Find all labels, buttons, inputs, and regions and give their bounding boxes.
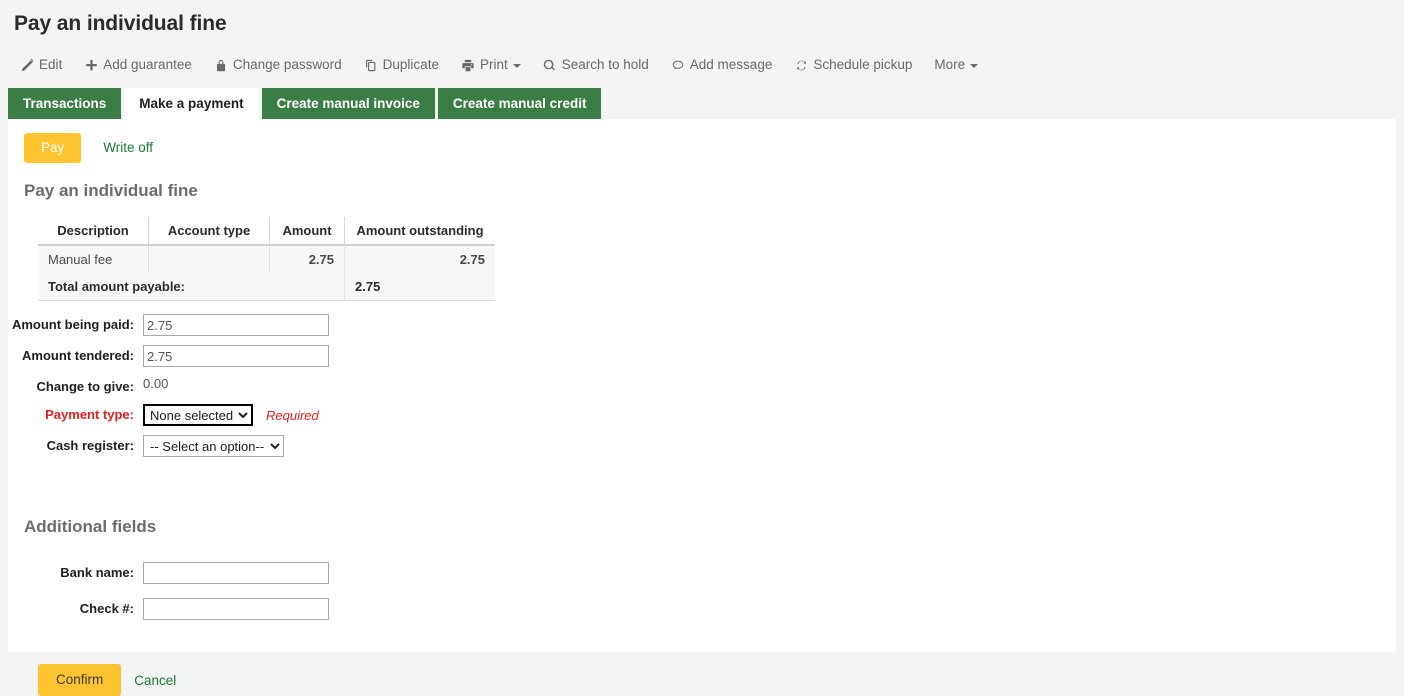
toolbar-schedule-pickup-button[interactable]: Schedule pickup (794, 57, 912, 73)
payment-form: Amount being paid: Amount tendered: Chan… (8, 301, 1396, 457)
column-header-description: Description (38, 217, 149, 245)
additional-fields-title: Additional fields (8, 499, 1396, 538)
cell-account-type (149, 245, 270, 273)
change-to-give-value: 0.00 (143, 373, 168, 391)
field-row-amount-tendered: Amount tendered: (8, 345, 1396, 367)
cell-amount-outstanding: 2.75 (345, 245, 496, 273)
check-number-input[interactable] (143, 598, 329, 620)
chevron-down-icon (513, 64, 521, 68)
table-row: Manual fee 2.75 2.75 (38, 245, 495, 273)
write-off-tab-link[interactable]: Write off (103, 140, 153, 156)
cell-description: Manual fee (38, 245, 149, 273)
action-toolbar: Edit Add guarantee Change password Dupli… (0, 38, 1404, 80)
toolbar-add-message-button[interactable]: Add message (671, 57, 773, 73)
cash-register-label: Cash register: (8, 435, 143, 454)
field-row-cash-register: Cash register: -- Select an option-- (8, 435, 1396, 457)
total-amount-payable-value: 2.75 (345, 273, 496, 301)
tab-transactions[interactable]: Transactions (8, 88, 121, 119)
column-header-account-type: Account type (149, 217, 270, 245)
amount-tendered-input[interactable] (143, 345, 329, 367)
toolbar-more-button[interactable]: More (934, 57, 978, 73)
bank-name-label: Bank name: (8, 562, 143, 581)
page-header: Pay an individual fine Edit Add guarante… (0, 0, 1404, 119)
table-total-row: Total amount payable: 2.75 (38, 273, 495, 301)
tab-create-manual-credit[interactable]: Create manual credit (438, 88, 602, 119)
toolbar-search-to-hold-label: Search to hold (562, 57, 649, 73)
toolbar-edit-label: Edit (39, 57, 62, 73)
toolbar-duplicate-label: Duplicate (383, 57, 439, 73)
cell-amount: 2.75 (270, 245, 345, 273)
toolbar-change-password-button[interactable]: Change password (214, 57, 342, 73)
toolbar-more-label: More (934, 57, 965, 73)
amount-being-paid-input[interactable] (143, 314, 329, 336)
chevron-down-icon (970, 64, 978, 68)
content-panel: Pay Write off Pay an individual fine Des… (8, 119, 1396, 652)
column-header-amount: Amount (270, 217, 345, 245)
cash-register-select[interactable]: -- Select an option-- (143, 435, 284, 457)
page-title: Pay an individual fine (0, 0, 1404, 38)
field-row-change-to-give: Change to give: 0.00 (8, 376, 1396, 395)
toolbar-change-password-label: Change password (233, 57, 342, 73)
pay-tab-button[interactable]: Pay (24, 133, 81, 163)
plus-icon (84, 58, 98, 72)
tab-make-a-payment[interactable]: Make a payment (124, 88, 258, 119)
amount-being-paid-label: Amount being paid: (8, 314, 143, 333)
field-row-payment-type: Payment type: None selected Required (8, 404, 1396, 426)
toolbar-edit-button[interactable]: Edit (20, 57, 62, 73)
field-row-check-number: Check #: (8, 598, 1396, 620)
toolbar-add-guarantee-label: Add guarantee (103, 57, 192, 73)
fines-table: Description Account type Amount Amount o… (38, 217, 495, 301)
table-header-row: Description Account type Amount Amount o… (38, 217, 495, 245)
tab-bar: Transactions Make a payment Create manua… (0, 88, 1404, 119)
toolbar-search-to-hold-button[interactable]: Search to hold (543, 57, 649, 73)
toolbar-schedule-pickup-label: Schedule pickup (813, 57, 912, 73)
tab-create-manual-invoice[interactable]: Create manual invoice (262, 88, 435, 119)
lock-icon (214, 58, 228, 72)
change-to-give-label: Change to give: (8, 376, 143, 395)
toolbar-duplicate-button[interactable]: Duplicate (364, 57, 439, 73)
payment-type-select[interactable]: None selected (143, 404, 253, 426)
printer-icon (461, 58, 475, 72)
toolbar-add-guarantee-button[interactable]: Add guarantee (84, 57, 192, 73)
section-title: Pay an individual fine (8, 163, 1396, 202)
amount-tendered-label: Amount tendered: (8, 345, 143, 364)
search-icon (543, 58, 557, 72)
bank-name-input[interactable] (143, 562, 329, 584)
payment-type-label: Payment type: (8, 404, 143, 423)
toolbar-print-button[interactable]: Print (461, 57, 521, 73)
payment-mode-nav: Pay Write off (8, 119, 1396, 163)
cancel-link[interactable]: Cancel (134, 673, 176, 688)
payment-type-required-note: Required (266, 408, 319, 423)
total-amount-payable-label: Total amount payable: (38, 273, 345, 301)
field-row-bank-name: Bank name: (8, 562, 1396, 584)
copy-icon (364, 58, 378, 72)
toolbar-add-message-label: Add message (690, 57, 773, 73)
column-header-amount-outstanding: Amount outstanding (345, 217, 496, 245)
additional-fields-section: Additional fields Bank name: Check #: (8, 499, 1396, 620)
comment-icon (671, 58, 685, 72)
refresh-icon (794, 58, 808, 72)
field-row-amount-being-paid: Amount being paid: (8, 314, 1396, 336)
toolbar-print-label: Print (480, 57, 508, 73)
pencil-icon (20, 58, 34, 72)
check-number-label: Check #: (8, 598, 143, 617)
